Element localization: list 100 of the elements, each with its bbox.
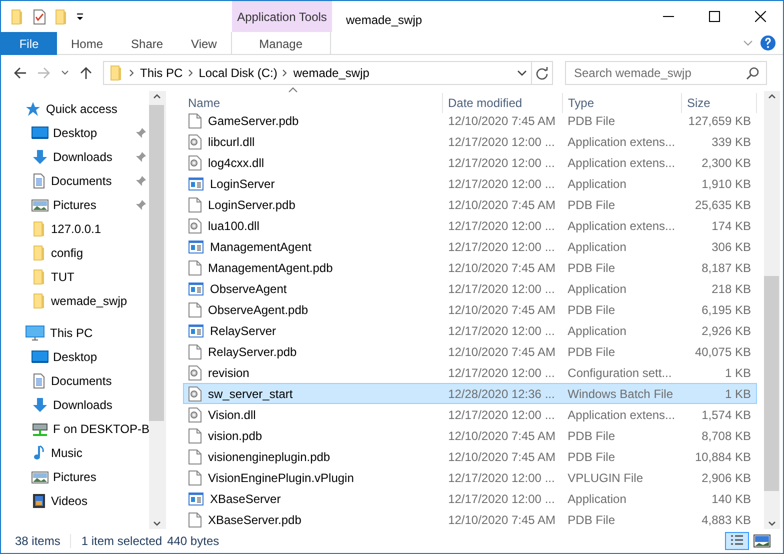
sidebar-item[interactable]: wemade_swjp — [1, 289, 149, 313]
file-size: 8,708 KB — [700, 428, 752, 444]
sidebar-item[interactable]: This PC — [1, 321, 149, 345]
date-modified: 12/17/2020 12:00 ... — [447, 406, 556, 424]
sidebar-item[interactable]: Pictures — [1, 193, 149, 217]
date-modified: 12/10/2020 7:45 AM — [447, 512, 556, 528]
file-row[interactable]: ObserveAgent.pdb 12/10/2020 7:45 AM PDB File 6,195 KB — [183, 299, 757, 320]
file-row[interactable]: sw_server_start 12/28/2020 12:36 ... Windows Batch File 1 KB — [183, 383, 757, 404]
sidebar-item[interactable]: Documents — [1, 169, 149, 193]
file-row[interactable]: revision 12/17/2020 12:00 ... Configuration sett... 1 KB — [183, 362, 757, 383]
breadcrumb[interactable]: wemade_swjp — [289, 64, 374, 82]
refresh-icon — [535, 66, 549, 80]
ribbon-tab[interactable]: File — [1, 32, 57, 55]
sidebar-item[interactable]: Desktop — [1, 121, 149, 145]
up-arrow-icon — [78, 65, 94, 81]
date-modified: 12/10/2020 7:45 AM — [447, 428, 556, 444]
file-name: GameServer.pdb — [208, 112, 299, 130]
chevron-right-icon — [186, 68, 195, 78]
file-size: 306 KB — [710, 238, 752, 256]
sidebar-item[interactable]: Documents — [1, 369, 149, 393]
file-row[interactable]: Vision.dll 12/17/2020 12:00 ... Application extens... 1,574 KB — [183, 404, 757, 425]
column-header[interactable]: Size — [682, 93, 757, 113]
file-size: 40,075 KB — [694, 344, 752, 360]
sidebar-item[interactable]: 127.0.0.1 — [1, 217, 149, 241]
sidebar-item[interactable]: TUT — [1, 265, 149, 289]
file-type: PDB File — [566, 302, 616, 318]
file-size: 4,883 KB — [700, 512, 752, 528]
help-icon — [760, 35, 776, 51]
file-name: lua100.dll — [208, 218, 260, 234]
file-row[interactable]: vision.pdb 12/10/2020 7:45 AM PDB File 8,708 KB — [183, 425, 757, 446]
music-note-icon — [31, 445, 47, 461]
sidebar-item[interactable]: Desktop — [1, 345, 149, 369]
file-row[interactable]: RelayServer 12/17/2020 12:00 ... Application 2,926 KB — [183, 320, 757, 341]
file-row[interactable]: ManagementAgent 12/17/2020 12:00 ... Application 306 KB — [183, 236, 757, 257]
sidebar-item[interactable]: F on DESKTOP-B — [1, 417, 149, 441]
file-row[interactable]: XBaseServer.pdb 12/10/2020 7:45 AM PDB File 4,883 KB — [183, 509, 757, 529]
sidebar-item[interactable]: Downloads — [1, 393, 149, 417]
file-row[interactable]: log4cxx.dll 12/17/2020 12:00 ... Application extens... 2,300 KB — [183, 152, 757, 173]
sidebar-item[interactable]: Quick access — [1, 97, 149, 121]
desktop-icon — [31, 349, 49, 365]
file-row[interactable]: ObserveAgent 12/17/2020 12:00 ... Application 218 KB — [183, 278, 757, 299]
ribbon-tab[interactable]: Home — [57, 32, 118, 55]
file-name: sw_server_start — [208, 386, 293, 402]
file-list-scrollbar[interactable] — [764, 91, 780, 529]
sidebar-item[interactable]: config — [1, 241, 149, 265]
file-name: RelayServer — [210, 322, 276, 340]
star-icon — [25, 101, 41, 117]
breadcrumb[interactable]: This PC — [136, 64, 187, 82]
gear-document-icon — [188, 154, 202, 170]
file-size: 1 KB — [724, 364, 752, 382]
file-row[interactable]: ManagementAgent.pdb 12/10/2020 7:45 AM PDB File 8,187 KB — [183, 257, 757, 278]
file-row[interactable]: visionengineplugin.pdb 12/10/2020 7:45 AM PDB File 10,884 KB — [183, 446, 757, 467]
application-window-icon — [188, 324, 204, 338]
item-count: 38 items — [15, 533, 60, 550]
file-row[interactable]: lua100.dll 12/17/2020 12:00 ... Application extens... 174 KB — [183, 215, 757, 236]
file-row[interactable]: libcurl.dll 12/17/2020 12:00 ... Application extens... 339 KB — [183, 131, 757, 152]
context-tab-group-label: Application Tools — [232, 1, 332, 32]
gear-document-icon — [188, 364, 202, 380]
dropdown-icon — [75, 12, 85, 22]
file-size: 1 KB — [724, 386, 752, 402]
breadcrumb[interactable]: Local Disk (C:) — [194, 64, 282, 82]
selection-size: 440 bytes — [167, 533, 220, 550]
gear-document-icon — [188, 406, 202, 422]
search-field[interactable]: Search wemade_swjp — [565, 61, 767, 85]
file-name: RelayServer.pdb — [208, 344, 297, 360]
file-name: Vision.dll — [208, 406, 256, 424]
column-header[interactable]: Type — [563, 93, 682, 113]
file-row[interactable]: XBaseServer 12/17/2020 12:00 ... Application 140 KB — [183, 488, 757, 509]
file-name: ObserveAgent — [210, 280, 287, 298]
sidebar-item[interactable]: Pictures — [1, 465, 149, 489]
application-window-icon — [188, 282, 204, 296]
file-size: 2,906 KB — [700, 470, 752, 486]
file-name: LoginServer — [210, 176, 275, 192]
ribbon-tab[interactable]: Manage — [230, 32, 331, 55]
minimize-icon — [662, 16, 674, 17]
sidebar-item[interactable]: Music — [1, 441, 149, 465]
application-window-icon — [188, 176, 204, 190]
file-row[interactable]: LoginServer 12/17/2020 12:00 ... Application 1,910 KB — [183, 173, 757, 194]
file-name: visionengineplugin.pdb — [208, 448, 330, 466]
file-row[interactable]: GameServer.pdb 12/10/2020 7:45 AM PDB File 127,659 KB — [183, 110, 757, 131]
sidebar-item[interactable]: Videos — [1, 489, 149, 513]
column-header[interactable]: Date modified — [443, 93, 563, 113]
close-icon — [754, 11, 766, 22]
file-size: 6,195 KB — [700, 302, 752, 318]
file-row[interactable]: LoginServer.pdb 12/10/2020 7:45 AM PDB File 25,635 KB — [183, 194, 757, 215]
document-icon — [188, 470, 202, 486]
date-modified: 12/17/2020 12:00 ... — [447, 154, 556, 172]
ribbon-tab[interactable]: View — [177, 32, 231, 55]
file-row[interactable]: VisionEnginePlugin.vPlugin 12/17/2020 12:00 ... VPLUGIN File 2,906 KB — [183, 467, 757, 488]
view-button[interactable] — [725, 532, 749, 550]
ribbon-tab[interactable]: Share — [117, 32, 178, 55]
sidebar-scrollbar[interactable] — [149, 91, 165, 529]
address-bar[interactable]: This PC Local Disk (C:) wemade_swjp — [103, 61, 553, 85]
file-row[interactable]: RelayServer.pdb 12/10/2020 7:45 AM PDB File 40,075 KB — [183, 341, 757, 362]
file-type: PDB File — [566, 428, 616, 444]
sidebar-item[interactable]: Downloads — [1, 145, 149, 169]
file-name: ManagementAgent.pdb — [208, 260, 333, 276]
date-modified: 12/10/2020 7:45 AM — [447, 196, 556, 214]
chevron-right-icon — [128, 68, 136, 78]
application-window-icon — [188, 240, 204, 254]
